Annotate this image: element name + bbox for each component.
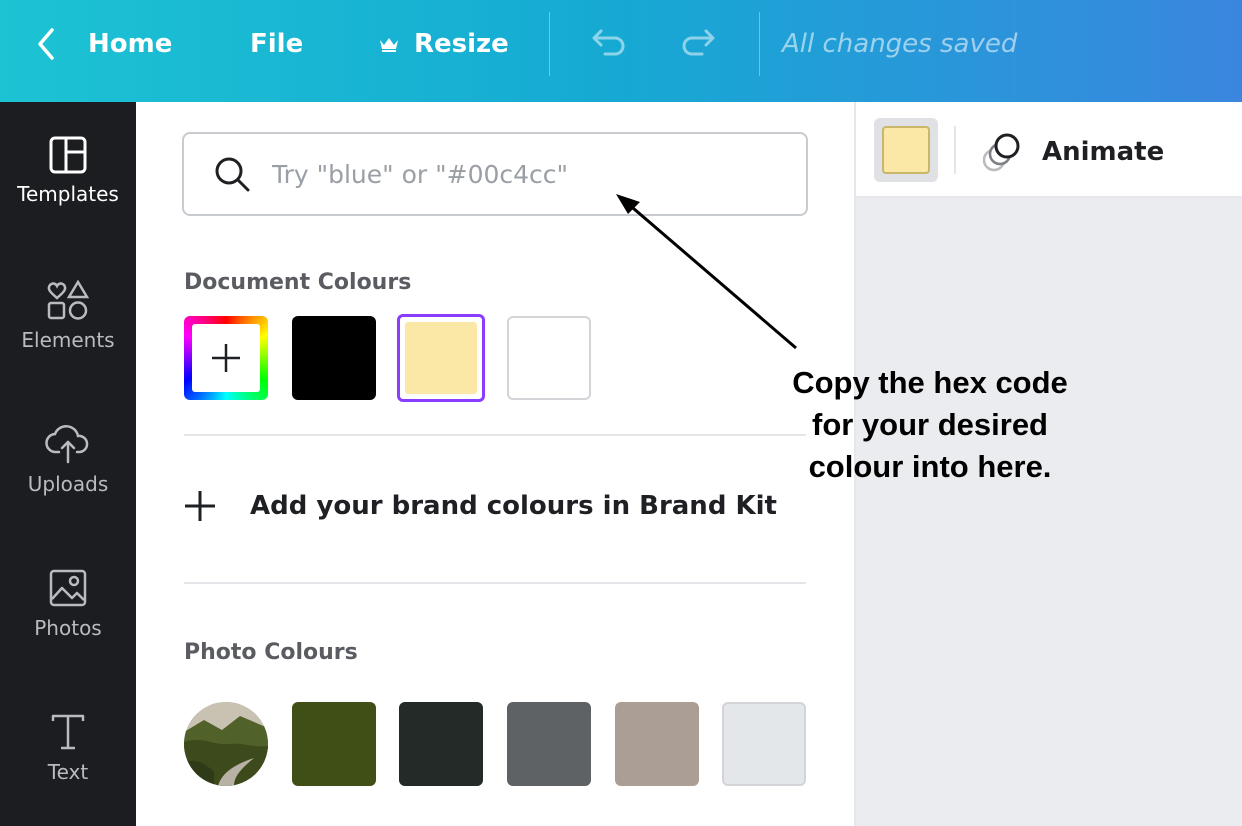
annotation-line: for your desired — [812, 407, 1048, 442]
plus-icon — [212, 344, 240, 372]
photo-colours-title: Photo Colours — [184, 640, 358, 665]
resize-label: Resize — [414, 29, 509, 59]
save-status: All changes saved — [782, 29, 1018, 59]
brand-kit-label: Add your brand colours in Brand Kit — [250, 491, 777, 521]
add-colour-button[interactable] — [184, 316, 268, 400]
text-colour-button[interactable] — [874, 118, 938, 182]
rail-label: Templates — [17, 182, 119, 206]
redo-icon[interactable] — [680, 26, 720, 62]
section-divider — [184, 582, 806, 584]
search-icon — [215, 157, 250, 192]
toolbar-divider — [759, 12, 760, 76]
animate-label: Animate — [1042, 137, 1165, 167]
document-colour-swatch[interactable] — [507, 316, 591, 400]
rail-label: Uploads — [27, 472, 109, 496]
document-colour-swatch[interactable] — [292, 316, 376, 400]
photo-colour-swatch[interactable] — [292, 702, 376, 786]
rail-label: Elements — [21, 328, 115, 352]
photo-thumbnail[interactable] — [184, 702, 268, 786]
plus-icon — [185, 491, 215, 521]
undo-icon[interactable] — [587, 26, 627, 62]
text-icon — [51, 714, 85, 750]
rail-item-text[interactable]: Text — [0, 712, 136, 822]
animate-button[interactable]: Animate — [980, 130, 1164, 174]
home-button[interactable]: Home — [88, 28, 172, 60]
brand-kit-link[interactable]: Add your brand colours in Brand Kit — [182, 488, 777, 524]
landscape-photo-icon — [184, 702, 268, 786]
canvas-area[interactable] — [854, 198, 1242, 826]
side-rail: Templates Elements Uploads Photos Text — [0, 102, 136, 826]
rail-item-elements[interactable]: Elements — [0, 280, 136, 390]
toolbar-divider — [549, 12, 550, 76]
upload-cloud-icon — [45, 425, 89, 464]
photo-colour-swatch[interactable] — [722, 702, 806, 786]
add-colour-inner — [192, 324, 260, 392]
document-colours-title: Document Colours — [184, 270, 412, 295]
annotation-arrow-icon — [616, 194, 797, 350]
current-colour-fill — [882, 126, 930, 174]
chevron-left-icon[interactable] — [32, 26, 62, 62]
editor-toolbar: Animate — [854, 102, 1242, 198]
top-bar: Home File Resize All changes saved — [0, 0, 1242, 102]
annotation-line: colour into here. — [808, 449, 1052, 484]
annotation-line: Copy the hex code — [792, 365, 1068, 400]
photo-icon — [49, 569, 87, 607]
photo-colour-swatch[interactable] — [399, 702, 483, 786]
annotation-text: Copy the hex code for your desired colou… — [752, 362, 1108, 488]
rail-item-templates[interactable]: Templates — [0, 136, 136, 246]
elements-icon — [47, 280, 90, 320]
photo-colour-swatch[interactable] — [507, 702, 591, 786]
swatch-fill — [405, 322, 477, 394]
crown-icon — [380, 38, 398, 52]
templates-icon — [49, 136, 87, 174]
toolbar-divider — [954, 126, 956, 174]
document-colour-swatch-selected[interactable] — [397, 314, 485, 402]
animate-icon — [982, 133, 1020, 172]
file-menu-button[interactable]: File — [250, 28, 303, 60]
section-divider — [184, 434, 806, 436]
rail-item-uploads[interactable]: Uploads — [0, 424, 136, 534]
rail-label: Photos — [34, 616, 102, 640]
resize-button[interactable]: Resize — [378, 28, 509, 60]
photo-colour-swatch[interactable] — [615, 702, 699, 786]
rail-item-photos[interactable]: Photos — [0, 568, 136, 678]
rail-label: Text — [47, 760, 89, 784]
